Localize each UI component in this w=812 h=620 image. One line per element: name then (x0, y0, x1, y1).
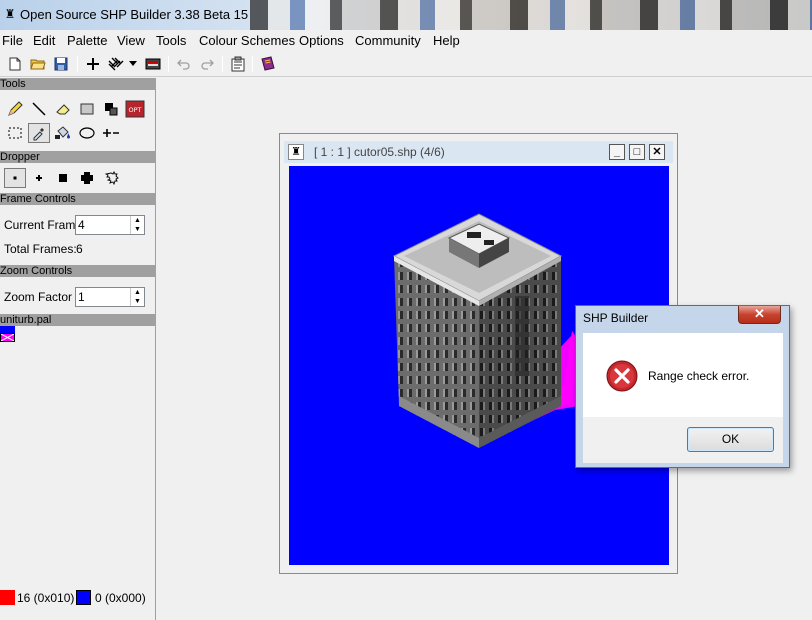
menu-file[interactable]: File (2, 33, 23, 48)
background-windows-strip (250, 0, 812, 30)
menu-view[interactable]: View (117, 33, 145, 48)
ellipse-icon[interactable] (76, 123, 98, 143)
palette-book-icon[interactable] (259, 55, 277, 73)
dropdown-arrow-icon[interactable] (127, 55, 139, 73)
save-icon[interactable] (52, 55, 70, 73)
current-frame-label: Current Frame (4, 218, 83, 232)
close-button[interactable]: ✕ (649, 144, 665, 160)
primary-color-swatch[interactable] (0, 590, 15, 605)
flood-fill-square-icon[interactable] (100, 99, 122, 119)
undo-icon[interactable] (175, 55, 193, 73)
dialog-footer: OK (583, 417, 783, 463)
brush-size-cross-icon[interactable] (76, 168, 98, 188)
rectangle-icon[interactable] (76, 99, 98, 119)
spin-up-icon[interactable]: ▲ (131, 216, 144, 225)
title-bar: ♜ Open Source SHP Builder 3.38 Beta 15 (0, 0, 812, 30)
frame-controls-header: Frame Controls (0, 193, 155, 205)
menu-palette[interactable]: Palette (67, 33, 107, 48)
error-icon (606, 360, 638, 392)
grid-icon[interactable] (107, 55, 125, 73)
tools-header: Tools (0, 78, 155, 90)
menu-help[interactable]: Help (433, 33, 460, 48)
eraser-icon[interactable] (52, 99, 74, 119)
open-folder-icon[interactable] (29, 55, 47, 73)
primary-color-label: 16 (0x010) (17, 591, 75, 605)
maximize-button[interactable]: □ (629, 144, 645, 160)
toolbar-separator (222, 56, 223, 72)
app-icon[interactable]: ♜ (3, 7, 17, 21)
pencil-icon[interactable] (4, 99, 26, 119)
menu-edit[interactable]: Edit (33, 33, 55, 48)
opt-label: OPT (128, 106, 141, 114)
secondary-color-label: 0 (0x000) (95, 591, 146, 605)
current-frame-spinner[interactable]: ▲▼ (75, 215, 145, 235)
palette-header: uniturb.pal (0, 314, 155, 326)
zoom-factor-spinner[interactable]: ▲▼ (75, 287, 145, 307)
total-frames-value: 6 (76, 242, 83, 256)
dropper-icon[interactable] (28, 123, 50, 143)
spinner-arrows[interactable]: ▲ ▼ (130, 216, 144, 234)
spin-down-icon[interactable]: ▼ (131, 225, 144, 234)
brush-size-1-icon[interactable] (4, 168, 26, 188)
canvas-window-title: [ 1 : 1 ] cutor05.shp (4/6) (314, 145, 445, 159)
zoom-factor-input[interactable] (78, 289, 130, 305)
toolbar-separator (252, 56, 253, 72)
total-frames-label: Total Frames: (4, 242, 77, 256)
shp-file-icon[interactable]: ♜ (288, 144, 304, 160)
error-dialog: SHP Builder ✕ Range check error. OK (575, 305, 790, 468)
zoom-factor-label: Zoom Factor (4, 290, 73, 304)
toolbar (0, 52, 812, 77)
current-frame-input[interactable] (78, 217, 130, 233)
menu-community[interactable]: Community (355, 33, 421, 48)
dialog-title: SHP Builder (583, 311, 649, 325)
zoom-controls-header: Zoom Controls (0, 265, 155, 277)
menu-tools[interactable]: Tools (156, 33, 186, 48)
crosshair-icon[interactable] (84, 55, 102, 73)
menu-colour-schemes[interactable]: Colour Schemes (199, 33, 295, 48)
window-title: Open Source SHP Builder 3.38 Beta 15 (20, 7, 249, 22)
dialog-close-button[interactable]: ✕ (738, 306, 781, 324)
dialog-message: Range check error. (648, 369, 750, 383)
redo-icon[interactable] (198, 55, 216, 73)
minimize-button[interactable]: _ (609, 144, 625, 160)
menu-bar: File Edit Palette View Tools Colour Sche… (0, 30, 812, 51)
menu-options[interactable]: Options (299, 33, 344, 48)
toolbar-separator (77, 56, 78, 72)
toolbar-separator (168, 56, 169, 72)
new-file-icon[interactable] (6, 55, 24, 73)
spinner-arrows[interactable]: ▲ ▼ (130, 288, 144, 306)
fill-bucket-icon[interactable] (52, 123, 74, 143)
dropper-header: Dropper (0, 151, 155, 163)
brush-spray-icon[interactable] (100, 168, 122, 188)
dialog-body: Range check error. (583, 333, 783, 417)
preview-icon[interactable] (144, 55, 162, 73)
line-icon[interactable] (28, 99, 50, 119)
secondary-color-swatch[interactable] (76, 590, 91, 605)
brush-size-square-icon[interactable] (52, 168, 74, 188)
canvas-title-bar[interactable]: ♜ [ 1 : 1 ] cutor05.shp (4/6) _ □ ✕ (284, 141, 673, 163)
ok-button[interactable]: OK (687, 427, 774, 452)
opt-icon[interactable]: OPT (124, 99, 146, 119)
brush-size-plus-icon[interactable] (28, 168, 50, 188)
select-region-icon[interactable] (4, 123, 26, 143)
palette-swatch-transparent[interactable] (0, 333, 15, 342)
spin-down-icon[interactable]: ▼ (131, 297, 144, 306)
palette-swatch-blue[interactable] (0, 326, 15, 333)
properties-icon[interactable] (229, 55, 247, 73)
spin-up-icon[interactable]: ▲ (131, 288, 144, 297)
left-panel: Tools OPT Dropper Frame Controls Current… (0, 78, 156, 620)
brightness-icon[interactable] (100, 123, 122, 143)
